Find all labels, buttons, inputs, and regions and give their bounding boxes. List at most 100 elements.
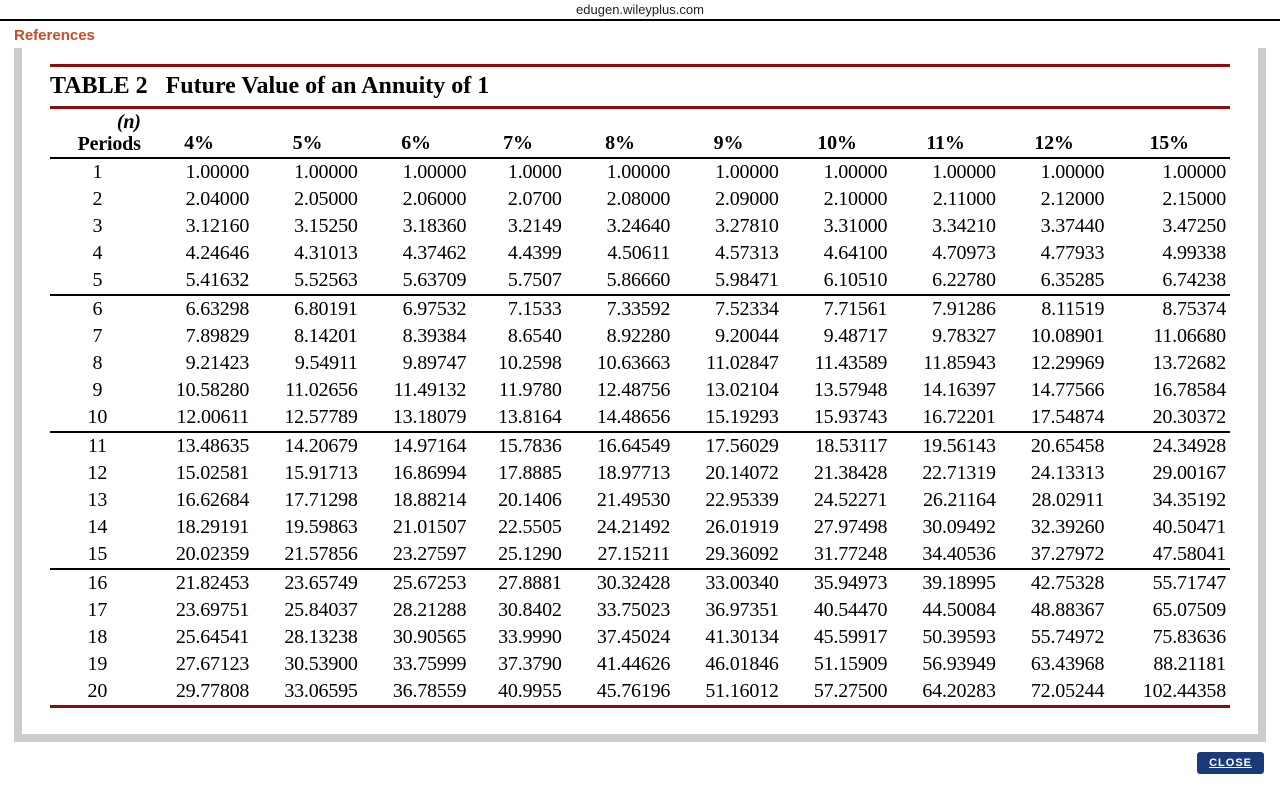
- value-cell: 13.48635: [145, 432, 254, 460]
- period-cell: 15: [50, 541, 145, 568]
- value-cell: 1.00000: [566, 158, 675, 186]
- value-cell: 11.49132: [362, 377, 471, 404]
- table-caption: Future Value of an Annuity of 1: [166, 73, 490, 99]
- references-label: References: [14, 27, 95, 44]
- value-cell: 27.8881: [470, 569, 565, 597]
- value-cell: 11.85943: [891, 350, 1000, 377]
- value-cell: 17.71298: [253, 487, 362, 514]
- value-cell: 9.20044: [674, 323, 783, 350]
- value-cell: 51.16012: [674, 678, 783, 705]
- rate-header: 12%: [1000, 109, 1109, 158]
- value-cell: 2.08000: [566, 186, 675, 213]
- value-cell: 48.88367: [1000, 597, 1109, 624]
- value-cell: 11.06680: [1108, 323, 1230, 350]
- value-cell: 32.39260: [1000, 514, 1109, 541]
- value-cell: 24.34928: [1108, 432, 1230, 460]
- value-cell: 6.63298: [145, 295, 254, 323]
- period-cell: 8: [50, 350, 145, 377]
- value-cell: 20.02359: [145, 541, 254, 568]
- value-cell: 37.45024: [566, 624, 675, 651]
- table-row: 1113.4863514.2067914.9716415.783616.6454…: [50, 432, 1230, 460]
- value-cell: 36.97351: [674, 597, 783, 624]
- value-cell: 21.49530: [566, 487, 675, 514]
- table-row: 55.416325.525635.637095.75075.866605.984…: [50, 267, 1230, 294]
- value-cell: 2.0700: [470, 186, 565, 213]
- value-cell: 25.1290: [470, 541, 565, 568]
- value-cell: 36.78559: [362, 678, 471, 705]
- value-cell: 4.50611: [566, 240, 675, 267]
- value-cell: 2.11000: [891, 186, 1000, 213]
- value-cell: 15.02581: [145, 460, 254, 487]
- table-row: 89.214239.549119.8974710.259810.6366311.…: [50, 350, 1230, 377]
- value-cell: 15.7836: [470, 432, 565, 460]
- value-cell: 26.21164: [891, 487, 1000, 514]
- footer-bar: CLOSE: [0, 742, 1280, 774]
- value-cell: 75.83636: [1108, 624, 1230, 651]
- table-row: 33.121603.152503.183603.21493.246403.278…: [50, 213, 1230, 240]
- rate-header: 11%: [891, 109, 1000, 158]
- value-cell: 23.65749: [253, 569, 362, 597]
- address-bar: edugen.wileyplus.com: [0, 0, 1280, 21]
- value-cell: 22.5505: [470, 514, 565, 541]
- value-cell: 37.3790: [470, 651, 565, 678]
- value-cell: 11.9780: [470, 377, 565, 404]
- value-cell: 5.98471: [674, 267, 783, 294]
- value-cell: 34.40536: [891, 541, 1000, 568]
- value-cell: 30.09492: [891, 514, 1000, 541]
- value-cell: 20.1406: [470, 487, 565, 514]
- period-cell: 3: [50, 213, 145, 240]
- value-cell: 16.78584: [1108, 377, 1230, 404]
- rate-header: 5%: [253, 109, 362, 158]
- value-cell: 1.00000: [253, 158, 362, 186]
- value-cell: 5.41632: [145, 267, 254, 294]
- table-row: 1927.6712330.5390033.7599937.379041.4462…: [50, 651, 1230, 678]
- value-cell: 42.75328: [1000, 569, 1109, 597]
- table-row: 1825.6454128.1323830.9056533.999037.4502…: [50, 624, 1230, 651]
- value-cell: 9.78327: [891, 323, 1000, 350]
- value-cell: 6.80191: [253, 295, 362, 323]
- value-cell: 20.14072: [674, 460, 783, 487]
- value-cell: 20.30372: [1108, 404, 1230, 431]
- value-cell: 88.21181: [1108, 651, 1230, 678]
- value-cell: 3.27810: [674, 213, 783, 240]
- value-cell: 12.48756: [566, 377, 675, 404]
- value-cell: 4.77933: [1000, 240, 1109, 267]
- value-cell: 25.67253: [362, 569, 471, 597]
- value-cell: 2.10000: [783, 186, 892, 213]
- value-cell: 1.00000: [674, 158, 783, 186]
- rate-header: 9%: [674, 109, 783, 158]
- table-row: 77.898298.142018.393848.65408.922809.200…: [50, 323, 1230, 350]
- value-cell: 25.64541: [145, 624, 254, 651]
- rate-header: 4%: [145, 109, 254, 158]
- table-row: 1012.0061112.5778913.1807913.816414.4865…: [50, 404, 1230, 431]
- close-button[interactable]: CLOSE: [1197, 752, 1264, 774]
- table-row: 1723.6975125.8403728.2128830.840233.7502…: [50, 597, 1230, 624]
- value-cell: 2.12000: [1000, 186, 1109, 213]
- value-cell: 3.12160: [145, 213, 254, 240]
- table-title-bar: TABLE 2 Future Value of an Annuity of 1: [50, 64, 1230, 109]
- value-cell: 17.8885: [470, 460, 565, 487]
- value-cell: 18.97713: [566, 460, 675, 487]
- table-row: 11.000001.000001.000001.00001.000001.000…: [50, 158, 1230, 186]
- value-cell: 5.86660: [566, 267, 675, 294]
- value-cell: 8.11519: [1000, 295, 1109, 323]
- value-cell: 7.89829: [145, 323, 254, 350]
- value-cell: 12.29969: [1000, 350, 1109, 377]
- value-cell: 15.93743: [783, 404, 892, 431]
- periods-header: (n) Periods: [50, 109, 145, 158]
- references-link[interactable]: References: [0, 21, 1280, 48]
- period-cell: 6: [50, 295, 145, 323]
- value-cell: 25.84037: [253, 597, 362, 624]
- value-cell: 14.48656: [566, 404, 675, 431]
- value-cell: 8.39384: [362, 323, 471, 350]
- value-cell: 4.24646: [145, 240, 254, 267]
- value-cell: 9.54911: [253, 350, 362, 377]
- value-cell: 2.04000: [145, 186, 254, 213]
- value-cell: 24.13313: [1000, 460, 1109, 487]
- value-cell: 21.57856: [253, 541, 362, 568]
- value-cell: 41.44626: [566, 651, 675, 678]
- value-cell: 7.71561: [783, 295, 892, 323]
- value-cell: 33.00340: [674, 569, 783, 597]
- value-cell: 11.02656: [253, 377, 362, 404]
- rate-header: 10%: [783, 109, 892, 158]
